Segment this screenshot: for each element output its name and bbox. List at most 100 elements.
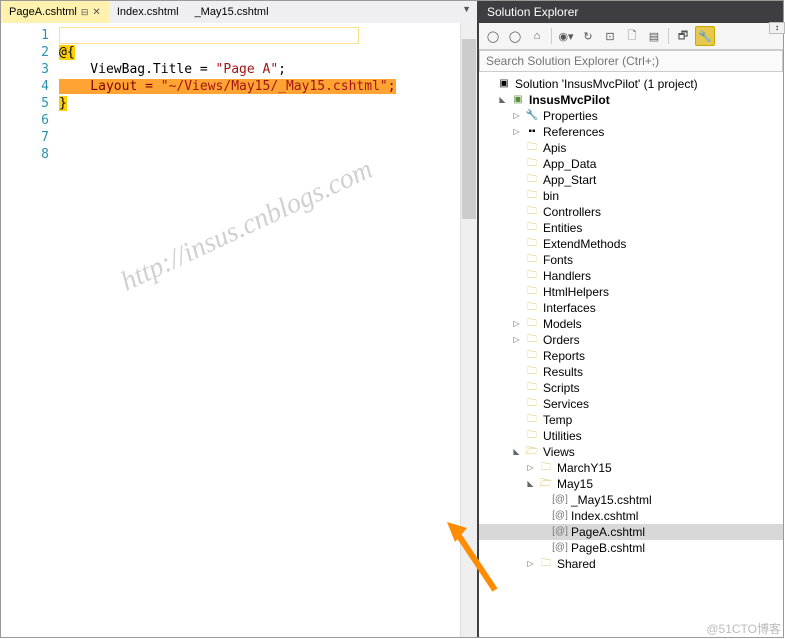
folder-icon: 🗀	[524, 429, 540, 443]
home-icon[interactable]: ⌂	[527, 26, 547, 46]
tree-node[interactable]: 🗀App_Start	[479, 172, 783, 188]
tree-node[interactable]: ◣🗁May15	[479, 476, 783, 492]
folder-icon: 🗀	[538, 557, 554, 571]
expander-icon[interactable]: ▷	[511, 332, 522, 348]
tree-label: Reports	[543, 348, 585, 364]
credit-text: @51CTO博客	[706, 620, 781, 637]
tree-label: Views	[543, 444, 575, 460]
tree-node[interactable]: 🗀Temp	[479, 412, 783, 428]
tree-node[interactable]: ▷🗀Shared	[479, 556, 783, 572]
collapse-icon[interactable]: ⊡	[600, 26, 620, 46]
preview-icon[interactable]: 🗗	[673, 26, 693, 46]
-icon: 🔧	[524, 109, 540, 123]
tree-node[interactable]: 🗀Services	[479, 396, 783, 412]
expander-icon[interactable]: ▷	[511, 124, 522, 140]
tree-label: Fonts	[543, 252, 573, 268]
close-icon[interactable]: ✕	[92, 7, 100, 18]
tree-node[interactable]: 🗀Interfaces	[479, 300, 783, 316]
highlighted-layout: Layout = "~/Views/May15/_May15.cshtml";	[59, 79, 396, 94]
tree-node[interactable]: ◣▣InsusMvcPilot	[479, 92, 783, 108]
expander-icon[interactable]: ▷	[511, 108, 522, 124]
tree-node[interactable]: ▷▪▪References	[479, 124, 783, 140]
solution-toolbar: ◯ ◯ ⌂ ◉▾ ↻ ⊡ 🗋 ▤ 🗗 🔧	[479, 23, 783, 50]
tree-label: Models	[543, 316, 582, 332]
pin-icon[interactable]: ⊟	[81, 7, 89, 18]
folder-icon: 🗀	[524, 333, 540, 347]
folder-icon: 🗀	[524, 365, 540, 379]
tree-node[interactable]: ▷🗀Models	[479, 316, 783, 332]
tree-label: Orders	[543, 332, 580, 348]
tree-node[interactable]: [@]PageB.cshtml	[479, 540, 783, 556]
expander-icon[interactable]: ◣	[497, 92, 508, 108]
tree-label: PageA.cshtml	[571, 524, 645, 540]
code-body[interactable]: @{ ViewBag.Title = "Page A"; Layout = "~…	[59, 23, 460, 637]
folder-icon: 🗀	[524, 221, 540, 235]
tab-pagea[interactable]: PageA.cshtml ⊟ ✕	[1, 1, 109, 23]
razor-close: }	[59, 96, 67, 111]
razor-open: @{	[59, 45, 75, 60]
folder-icon: 🗀	[524, 269, 540, 283]
scrollbar-thumb[interactable]	[462, 39, 476, 219]
tree-node[interactable]: 🗀Reports	[479, 348, 783, 364]
expander-icon[interactable]: ▷	[511, 316, 522, 332]
tree-label: May15	[557, 476, 593, 492]
tree-node[interactable]: 🗀App_Data	[479, 156, 783, 172]
solution-explorer-header: Solution Explorer	[479, 1, 783, 23]
tree-node[interactable]: 🗀HtmlHelpers	[479, 284, 783, 300]
code-editor[interactable]: 12345678 @{ ViewBag.Title = "Page A"; La…	[1, 23, 477, 637]
tree-label: Scripts	[543, 380, 580, 396]
folder-icon: 🗀	[524, 173, 540, 187]
expander-icon[interactable]: ▷	[525, 460, 536, 476]
tree-node[interactable]: 🗀bin	[479, 188, 783, 204]
tree-node[interactable]: 🗀Results	[479, 364, 783, 380]
line-gutter: 12345678	[1, 23, 59, 637]
forward-icon[interactable]: ◯	[505, 26, 525, 46]
current-line	[59, 27, 359, 44]
rfile-icon: [@]	[552, 509, 568, 523]
tree-label: MarchY15	[557, 460, 612, 476]
refresh-icon[interactable]: ↻	[578, 26, 598, 46]
solution-search-input[interactable]	[479, 50, 783, 72]
tree-node[interactable]: 🗀ExtendMethods	[479, 236, 783, 252]
tree-label: Solution 'InsusMvcPilot' (1 project)	[515, 76, 698, 92]
tree-label: Handlers	[543, 268, 591, 284]
tree-node[interactable]: ▷🔧Properties	[479, 108, 783, 124]
tree-label: Results	[543, 364, 583, 380]
folder-icon: 🗀	[538, 461, 554, 475]
tree-node[interactable]: 🗀Apis	[479, 140, 783, 156]
tab-may15[interactable]: _May15.cshtml	[187, 1, 277, 23]
tree-node[interactable]: 🗀Utilities	[479, 428, 783, 444]
tree-node[interactable]: 🗀Entities	[479, 220, 783, 236]
tree-node[interactable]: [@]_May15.cshtml	[479, 492, 783, 508]
tree-node[interactable]: ▷🗀Orders	[479, 332, 783, 348]
tab-index[interactable]: Index.cshtml	[109, 1, 187, 23]
expander-icon[interactable]: ▷	[525, 556, 536, 572]
tree-node[interactable]: ▷🗀MarchY15	[479, 460, 783, 476]
tree-node[interactable]: 🗀Handlers	[479, 268, 783, 284]
tabs-dropdown-icon[interactable]: ▼	[456, 1, 477, 23]
tree-node[interactable]: ▣Solution 'InsusMvcPilot' (1 project)	[479, 76, 783, 92]
tab-label: Index.cshtml	[117, 6, 179, 18]
tab-label: PageA.cshtml	[9, 6, 77, 18]
split-handle-icon[interactable]: ↕	[769, 22, 785, 34]
folder-icon: 🗀	[524, 189, 540, 203]
rfile-icon: [@]	[552, 525, 568, 539]
vertical-scrollbar[interactable]	[460, 23, 477, 637]
tree-node[interactable]: ◣🗁Views	[479, 444, 783, 460]
properties-icon[interactable]: ▤	[644, 26, 664, 46]
tree-node[interactable]: [@]PageA.cshtml	[479, 524, 783, 540]
tree-node[interactable]: 🗀Fonts	[479, 252, 783, 268]
show-all-icon[interactable]: 🗋	[622, 26, 642, 46]
rfile-icon: [@]	[552, 493, 568, 507]
tree-node[interactable]: 🗀Scripts	[479, 380, 783, 396]
tree-node[interactable]: [@]Index.cshtml	[479, 508, 783, 524]
back-icon[interactable]: ◯	[483, 26, 503, 46]
sync-icon[interactable]: ◉▾	[556, 26, 576, 46]
tree-label: Utilities	[543, 428, 582, 444]
tree-label: App_Start	[543, 172, 596, 188]
tree-node[interactable]: 🗀Controllers	[479, 204, 783, 220]
wrench-icon[interactable]: 🔧	[695, 26, 715, 46]
expander-icon[interactable]: ◣	[525, 476, 536, 492]
expander-icon[interactable]: ◣	[511, 444, 522, 460]
folder-icon: 🗀	[524, 317, 540, 331]
